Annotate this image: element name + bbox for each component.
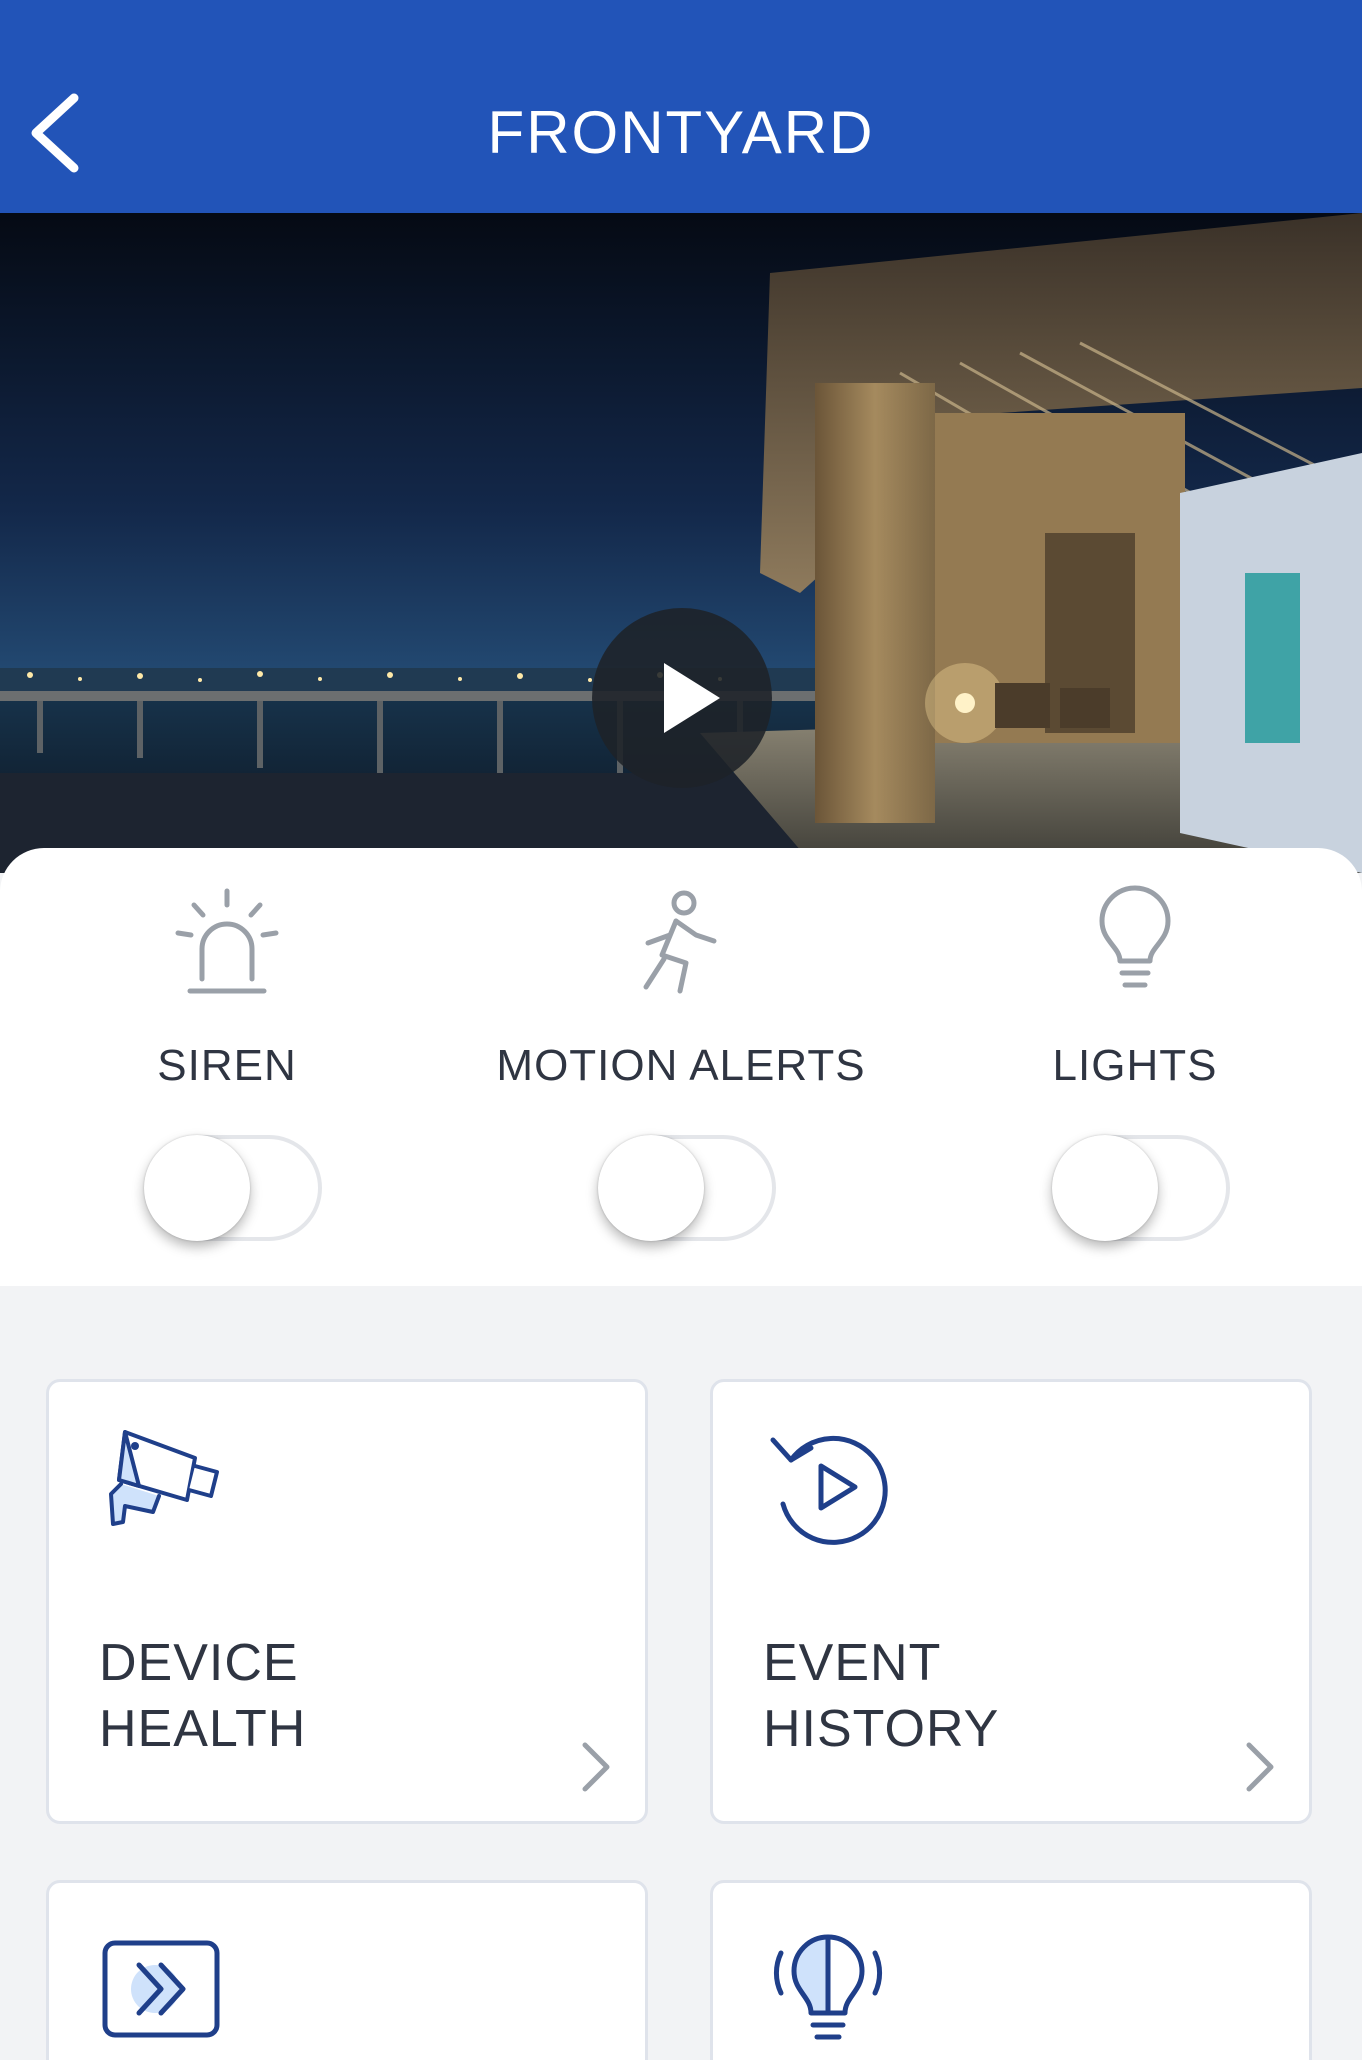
quick-controls-panel: SIREN MOTION ALERTS LIGHTS (0, 848, 1362, 1286)
chevron-right-icon (1239, 1737, 1279, 1797)
scroll-tile-smart-light[interactable] (710, 1880, 1312, 2060)
replay-icon (763, 1422, 893, 1552)
lights-toggle[interactable] (1052, 1135, 1230, 1241)
smart-bulb-icon (763, 1923, 893, 2053)
siren-control: SIREN (0, 848, 454, 1286)
toggle-knob (1052, 1135, 1158, 1241)
device-health-tile[interactable]: DEVICE HEALTH (46, 1379, 648, 1824)
play-icon (664, 663, 720, 733)
motion-alerts-control: MOTION ALERTS (454, 848, 908, 1286)
siren-toggle[interactable] (144, 1135, 322, 1241)
siren-label: SIREN (157, 1041, 297, 1090)
toggle-knob (598, 1135, 704, 1241)
security-camera-icon (99, 1422, 229, 1552)
app-header: FRONTYARD (0, 0, 1362, 213)
event-history-tile[interactable]: EVENT HISTORY (710, 1379, 1312, 1824)
label-line: EVENT (763, 1634, 942, 1692)
light-bulb-icon (1080, 883, 1190, 1003)
siren-icon (172, 883, 282, 1003)
page-title: FRONTYARD (487, 99, 875, 166)
lights-label: LIGHTS (1052, 1041, 1218, 1090)
running-person-icon (626, 883, 736, 1003)
double-chevron-right-icon (99, 1923, 229, 2053)
chevron-right-icon (575, 1737, 615, 1797)
device-health-label: DEVICE HEALTH (99, 1630, 306, 1762)
toggle-knob (144, 1135, 250, 1241)
motion-alerts-label: MOTION ALERTS (496, 1041, 866, 1090)
motion-alerts-toggle[interactable] (598, 1135, 776, 1241)
label-line: HEALTH (99, 1700, 307, 1758)
label-line: DEVICE (99, 1634, 299, 1692)
label-line: HISTORY (763, 1700, 1000, 1758)
lights-control: LIGHTS (908, 848, 1362, 1286)
screen: FRONTYARD SIREN MOTION ALERTS LIGHTS DEV… (0, 0, 1362, 2060)
scroll-tile-automation[interactable] (46, 1880, 648, 2060)
event-history-label: EVENT HISTORY (763, 1630, 999, 1762)
live-video-preview[interactable]: LIVE VIEW (0, 213, 1362, 873)
play-button[interactable] (592, 608, 772, 788)
